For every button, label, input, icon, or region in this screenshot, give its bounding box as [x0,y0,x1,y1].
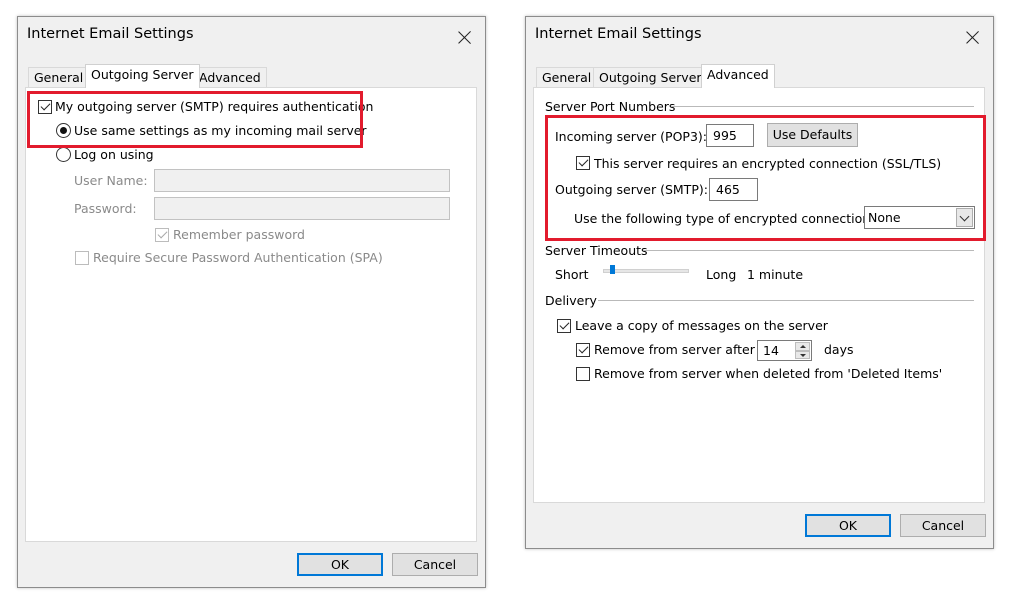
ok-button[interactable]: OK [805,514,891,537]
remove-deleted-checkbox[interactable] [576,367,590,381]
outgoing-server-label: Outgoing server (SMTP): [555,182,708,197]
timeout-value: 1 minute [747,267,804,282]
username-field[interactable] [154,169,450,192]
ssl-checkbox[interactable] [576,156,590,170]
spin-down-button[interactable] [795,350,810,359]
days-label: days [824,342,854,357]
spinner-arrows-icon[interactable] [795,342,810,359]
spin-up-button[interactable] [795,342,810,351]
logon-using-radio[interactable] [56,147,71,162]
encryption-type-label: Use the following type of encrypted conn… [574,211,875,226]
dialog-title: Internet Email Settings [535,26,702,42]
group-divider [644,250,974,251]
spa-checkbox[interactable] [75,251,89,265]
encryption-type-dropdown[interactable]: None [864,206,975,229]
ssl-label: This server requires an encrypted connec… [594,156,942,171]
short-label: Short [555,267,589,282]
tab-outgoing-server[interactable]: Outgoing Server [593,67,708,88]
right-dialog: Internet Email Settings General Outgoing… [525,16,994,549]
same-settings-radio[interactable] [56,123,71,138]
remember-password-label: Remember password [173,227,305,242]
username-label: User Name: [74,173,148,188]
outgoing-port-input[interactable]: 465 [709,178,758,201]
remove-after-label: Remove from server after [594,342,755,357]
remove-deleted-label: Remove from server when deleted from 'De… [594,366,943,381]
dialog-title: Internet Email Settings [27,26,194,42]
server-timeouts-heading: Server Timeouts [545,243,648,258]
incoming-port-input[interactable]: 995 [706,124,754,147]
group-divider [598,300,974,301]
tab-general[interactable]: General [28,67,90,88]
server-ports-heading: Server Port Numbers [545,99,676,114]
delivery-heading: Delivery [545,293,597,308]
use-defaults-button[interactable]: Use Defaults [767,123,858,147]
tab-panel [533,87,985,503]
cancel-button[interactable]: Cancel [900,514,986,537]
left-dialog: Internet Email Settings General Outgoing… [17,16,486,588]
smtp-auth-label: My outgoing server (SMTP) requires authe… [55,99,374,114]
leave-copy-checkbox[interactable] [557,319,571,333]
ok-button[interactable]: OK [297,553,383,576]
tab-advanced[interactable]: Advanced [701,64,775,88]
tab-general[interactable]: General [536,67,598,88]
timeout-slider-thumb[interactable] [609,265,615,274]
cancel-button[interactable]: Cancel [392,553,478,576]
same-settings-label: Use same settings as my incoming mail se… [74,123,367,138]
leave-copy-label: Leave a copy of messages on the server [575,318,828,333]
spa-label: Require Secure Password Authentication (… [93,250,383,265]
logon-using-label: Log on using [74,147,154,162]
group-divider [672,106,974,107]
encryption-type-value: None [868,210,901,225]
remember-password-checkbox[interactable] [155,228,169,242]
smtp-auth-checkbox[interactable] [38,100,52,114]
close-icon[interactable] [457,29,473,45]
password-label: Password: [74,201,137,216]
tab-outgoing-server[interactable]: Outgoing Server [85,64,200,88]
remove-after-days-value: 14 [763,343,779,358]
incoming-server-label: Incoming server (POP3): [555,129,707,144]
dropdown-arrow-icon[interactable] [956,208,973,227]
tab-advanced[interactable]: Advanced [193,67,267,88]
timeout-slider-track[interactable] [603,269,689,273]
password-field[interactable] [154,197,450,220]
remove-after-days-spinner[interactable]: 14 [757,340,812,361]
close-icon[interactable] [965,29,981,45]
remove-after-checkbox[interactable] [576,343,590,357]
long-label: Long [706,267,737,282]
